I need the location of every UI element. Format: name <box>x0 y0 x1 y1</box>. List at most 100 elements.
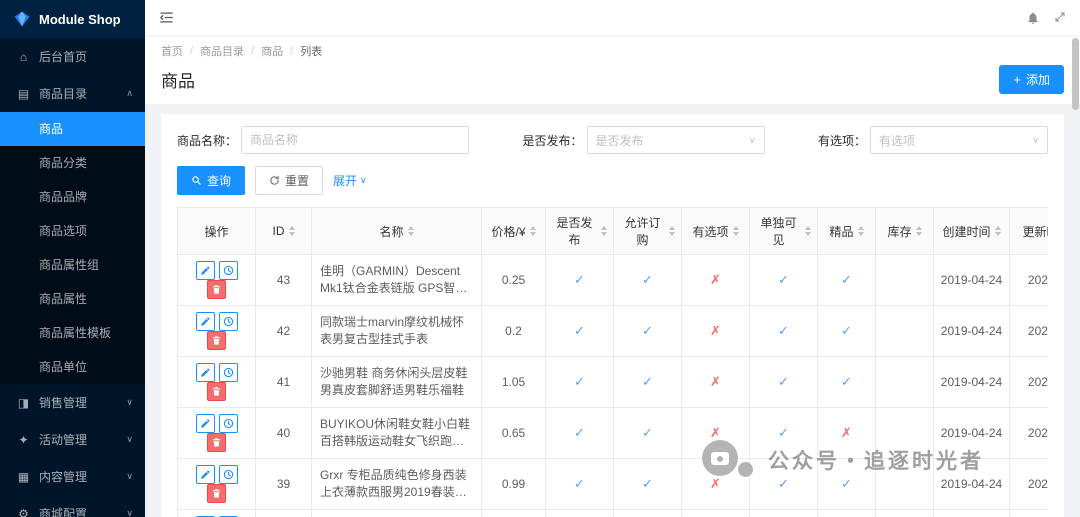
sort-icon[interactable] <box>805 226 811 236</box>
edit-button[interactable] <box>195 312 215 331</box>
published-select[interactable]: 是否发布 ∨ <box>586 126 765 154</box>
sidebar-item-1[interactable]: ▤ 商品目录 ∧ <box>0 75 145 112</box>
sidebar-item-4[interactable]: ▦ 内容管理 ∨ <box>0 458 145 495</box>
sort-icon[interactable] <box>915 226 922 236</box>
sidebar-item-label: 商城配置 <box>39 507 88 517</box>
actions-cell <box>177 407 256 459</box>
column-header-orderable[interactable]: 允许订购 <box>613 207 682 255</box>
app-logo[interactable]: Module Shop <box>0 0 145 38</box>
sidebar-subitem-0[interactable]: 商品 <box>0 112 145 146</box>
orderable-cell: ✓ <box>613 407 682 459</box>
column-header-stock[interactable]: 库存 <box>875 207 934 255</box>
price-cell: 0.65 <box>481 407 546 459</box>
sort-icon[interactable] <box>732 226 739 236</box>
sort-icon[interactable] <box>601 226 607 236</box>
price-cell: 0.2 <box>481 305 546 357</box>
sidebar-item-label: 内容管理 <box>39 470 88 484</box>
sales-icon: ◨ <box>17 395 30 410</box>
sidebar-subitem-6[interactable]: 商品属性模板 <box>0 316 145 350</box>
sidebar-subitem-2[interactable]: 商品品牌 <box>0 180 145 214</box>
edit-button[interactable] <box>195 261 215 280</box>
sort-icon[interactable] <box>669 226 675 236</box>
delete-button[interactable] <box>207 433 226 452</box>
detail-button[interactable] <box>218 312 238 331</box>
sidebar-subitem-4[interactable]: 商品属性组 <box>0 248 145 282</box>
name-cell: 拉夫劳伦（Ralph Lauren）男士时尚修身衬衫 <box>311 509 482 517</box>
filter-name-label: 商品名称： <box>177 133 238 148</box>
edit-button[interactable] <box>195 363 215 382</box>
breadcrumb-item-1[interactable]: 商品目录 <box>200 43 244 59</box>
column-header-has_options[interactable]: 有选项 <box>681 207 750 255</box>
search-button-label: 查询 <box>207 174 232 188</box>
sidebar-item-label: 商品目录 <box>39 87 88 101</box>
reset-button[interactable]: 重置 <box>255 166 324 195</box>
options-select[interactable]: 有选项 ∨ <box>869 126 1048 154</box>
column-header-featured[interactable]: 精品 <box>817 207 876 255</box>
catalog-icon: ▤ <box>17 86 30 101</box>
breadcrumb-item-2[interactable]: 商品 <box>261 43 283 59</box>
published-cell: ✓ <box>545 254 614 306</box>
detail-button[interactable] <box>218 363 238 382</box>
menu-fold-icon[interactable] <box>159 10 174 25</box>
refresh-icon <box>269 175 280 186</box>
sort-icon[interactable] <box>407 226 414 236</box>
filter-row: 商品名称： 是否发布： 是否发布 ∨ 有选项： 有选项 <box>177 126 1048 154</box>
orderable-cell: ✓ <box>613 509 682 517</box>
stock-cell <box>875 305 934 357</box>
sort-icon[interactable] <box>994 226 1001 236</box>
detail-button[interactable] <box>218 261 238 280</box>
options-select-value: 有选项 <box>878 133 915 148</box>
name-cell: Grxr 专柜品质纯色修身西装上衣薄款西服男2019春装新品男士休闲外套 <box>311 458 482 510</box>
delete-button[interactable] <box>207 484 226 503</box>
sidebar-subitem-3[interactable]: 商品选项 <box>0 214 145 248</box>
column-header-visible_individually[interactable]: 单独可见 <box>749 207 818 255</box>
orderable-cell: ✓ <box>613 305 682 357</box>
column-header-price[interactable]: 价格/¥ <box>481 207 546 255</box>
fullscreen-icon[interactable] <box>1054 11 1066 23</box>
expand-link[interactable]: 展开 ∨ <box>333 172 367 189</box>
price-cell: 0.99 <box>481 458 546 510</box>
breadcrumb-item-0[interactable]: 首页 <box>161 43 183 59</box>
published-cell: ✓ <box>545 509 614 517</box>
sort-icon[interactable] <box>288 226 295 236</box>
published-cell: ✓ <box>545 305 614 357</box>
notification-bell-icon[interactable] <box>1026 11 1040 25</box>
updated-cell: 2024-11- <box>1009 407 1048 459</box>
column-header-name[interactable]: 名称 <box>311 207 482 255</box>
column-header-id[interactable]: ID <box>255 207 312 255</box>
sidebar-item-5[interactable]: ⚙ 商城配置 ∨ <box>0 495 145 517</box>
delete-button[interactable] <box>207 280 226 299</box>
delete-button[interactable] <box>207 382 226 401</box>
sidebar-subitem-1[interactable]: 商品分类 <box>0 146 145 180</box>
sidebar-item-0[interactable]: ⌂ 后台首页 <box>0 38 145 75</box>
chevron-down-icon: ∨ <box>748 134 756 145</box>
check-icon: ✓ <box>642 476 653 491</box>
price-value: 0.25 <box>501 273 526 287</box>
featured-cell: ✓ <box>817 509 876 517</box>
delete-button[interactable] <box>207 331 226 350</box>
product-name-input[interactable] <box>241 126 470 154</box>
cross-icon: ✗ <box>710 425 721 440</box>
plus-icon: + <box>1013 72 1021 87</box>
search-button[interactable]: 查询 <box>177 166 246 195</box>
page-header: 首页 / 商品目录 / 商品 / 列表 商品 + 添加 <box>145 35 1080 104</box>
column-header-updated[interactable]: 更新时间 <box>1009 207 1048 255</box>
edit-button[interactable] <box>195 414 215 433</box>
sidebar-subitem-7[interactable]: 商品单位 <box>0 350 145 384</box>
sidebar-item-3[interactable]: ✦ 活动管理 ∨ <box>0 421 145 458</box>
detail-button[interactable] <box>218 465 238 484</box>
sort-icon[interactable] <box>529 226 536 236</box>
detail-button[interactable] <box>218 414 238 433</box>
column-header-published[interactable]: 是否发布 <box>545 207 614 255</box>
column-header-created[interactable]: 创建时间 <box>933 207 1010 255</box>
name-value: Grxr 专柜品质纯色修身西装上衣薄款西服男2019春装新品男士休闲外套 <box>320 467 467 499</box>
sort-icon[interactable] <box>857 226 864 236</box>
updated-value: 2024-11- <box>1027 426 1048 440</box>
sidebar-subitem-5[interactable]: 商品属性 <box>0 282 145 316</box>
sidebar-item-2[interactable]: ◨ 销售管理 ∨ <box>0 384 145 421</box>
add-button[interactable]: + 添加 <box>999 65 1064 94</box>
edit-button[interactable] <box>195 465 215 484</box>
has_options-cell: ✗ <box>681 305 750 357</box>
scrollbar-thumb[interactable] <box>1072 38 1079 110</box>
column-label: 是否发布 <box>556 216 593 247</box>
